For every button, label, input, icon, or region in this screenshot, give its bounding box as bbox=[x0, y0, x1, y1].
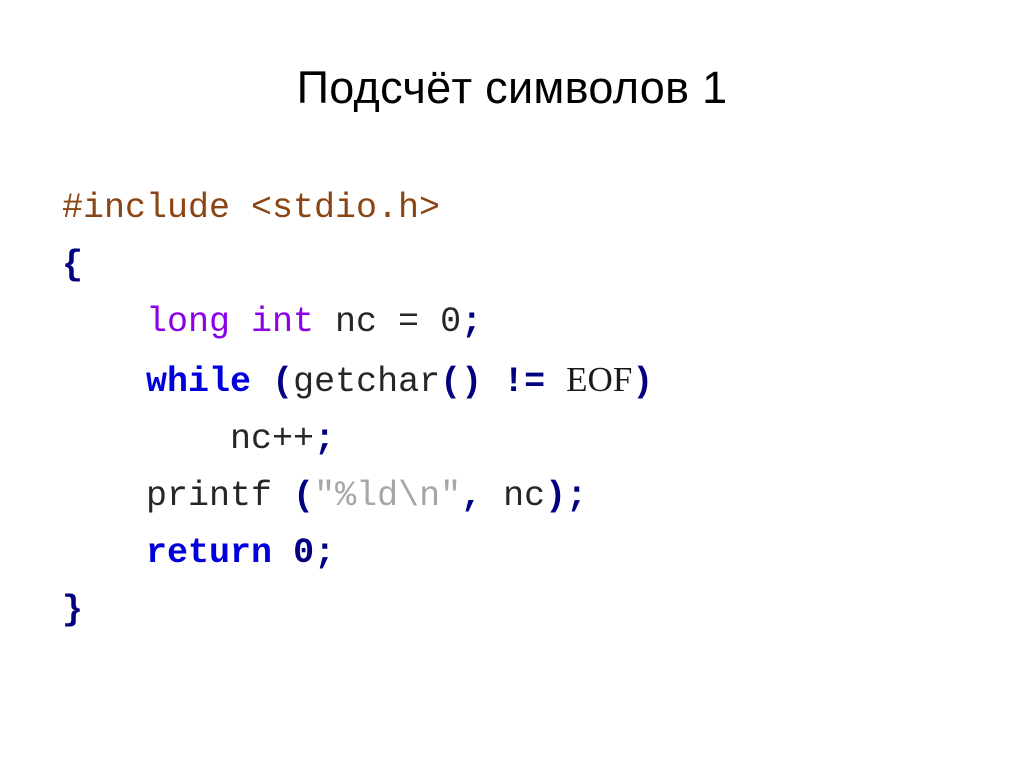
code-token-punct: () bbox=[440, 362, 483, 402]
code-token-macro: EOF bbox=[566, 360, 633, 399]
code-token-plain: nc = 0 bbox=[314, 302, 462, 342]
code-token-punct: ( bbox=[293, 476, 315, 516]
line-close-brace: } bbox=[62, 582, 992, 639]
code-token-punct: ; bbox=[461, 302, 483, 342]
code-token-punct: ; bbox=[314, 533, 336, 573]
line-printf: printf ("%ld\n", nc); bbox=[62, 468, 992, 525]
page-title: Подсчёт символов 1 bbox=[296, 62, 728, 113]
line-open-brace: { bbox=[62, 237, 992, 294]
code-token-punct: { bbox=[62, 245, 84, 285]
code-token-punct: , bbox=[461, 476, 483, 516]
line-include: #include <stdio.h> bbox=[62, 180, 992, 237]
code-token-punct: ) bbox=[545, 476, 567, 516]
code-token-preproc: #include <stdio.h> bbox=[62, 188, 441, 228]
line-declare-nc: long int nc = 0; bbox=[62, 294, 992, 351]
code-token-punct: != bbox=[503, 362, 546, 402]
code-token-type: long int bbox=[146, 302, 315, 342]
line-increment: nc++; bbox=[62, 411, 992, 468]
code-token-punct: ; bbox=[314, 419, 336, 459]
code-token-punct: ( bbox=[272, 362, 294, 402]
code-token-plain: nc bbox=[482, 476, 546, 516]
code-token-keyword: while bbox=[146, 362, 252, 402]
line-return: return 0; bbox=[62, 525, 992, 582]
code-token-plain: getchar bbox=[293, 362, 441, 402]
code-token-punct: } bbox=[62, 590, 84, 630]
code-token-punct: ; bbox=[566, 476, 588, 516]
slide-canvas: Подсчёт символов 1 #include <stdio.h> { l… bbox=[0, 0, 1024, 767]
code-token-keyword: return bbox=[146, 533, 273, 573]
code-token-string: "%ld\n" bbox=[314, 476, 462, 516]
code-token-plain: printf bbox=[146, 476, 294, 516]
code-token-numblue: 0 bbox=[293, 533, 315, 573]
code-token-plain: nc++ bbox=[230, 419, 315, 459]
line-while: while (getchar() != EOF) bbox=[62, 351, 992, 411]
code-token-punct: ) bbox=[632, 362, 654, 402]
code-listing: #include <stdio.h> { long int nc = 0; whi… bbox=[62, 180, 992, 639]
